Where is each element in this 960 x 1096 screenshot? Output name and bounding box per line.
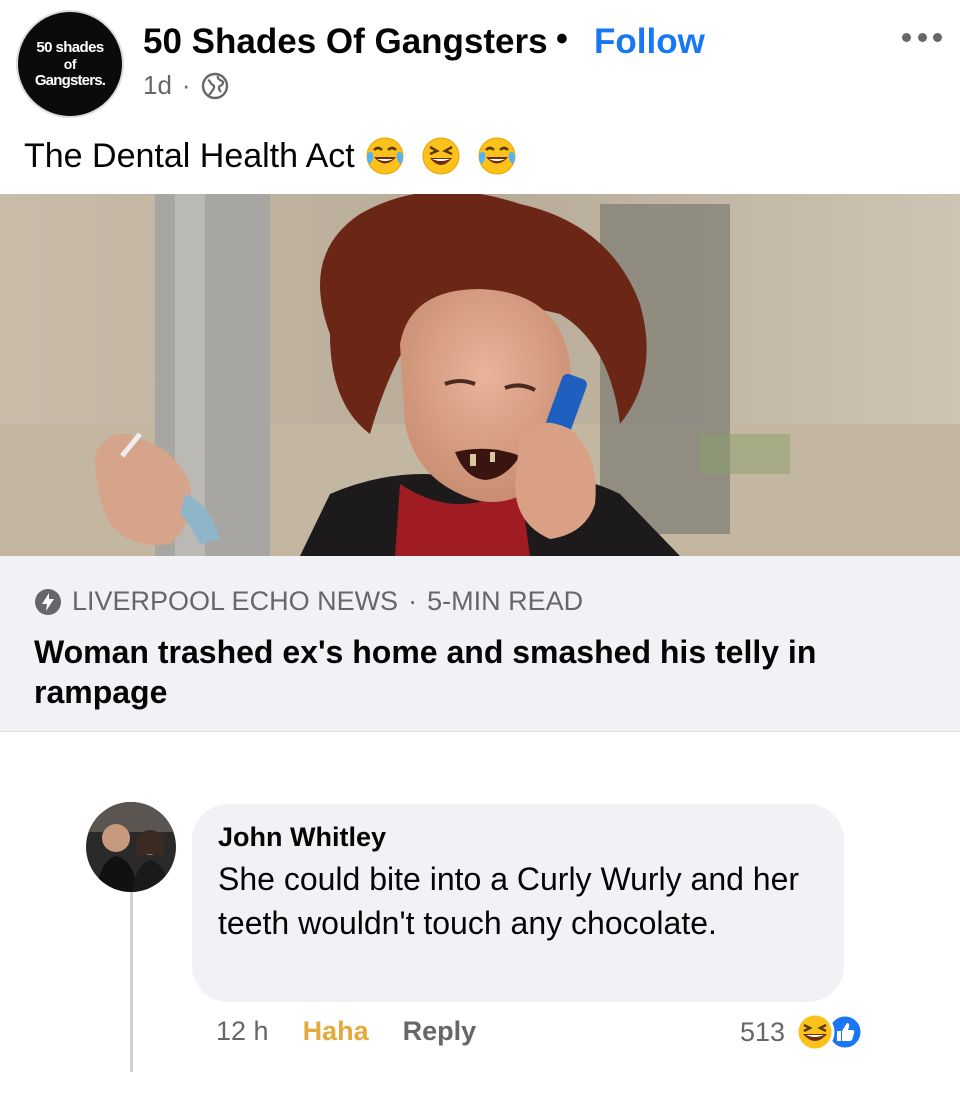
reaction-count: 513 xyxy=(740,1016,786,1047)
avatar-text-line: Gangsters. xyxy=(34,72,106,90)
haha-reaction-icon xyxy=(795,1012,864,1052)
comment-author[interactable]: John Whitley xyxy=(218,822,818,853)
avatar-text-line: 50 shades xyxy=(36,38,104,56)
post-time[interactable]: 1d xyxy=(143,70,172,101)
page-name-link[interactable]: 50 Shades Of Gangsters xyxy=(143,22,548,62)
caption-text: The Dental Health Act xyxy=(24,136,355,175)
tears-of-joy-emoji-icon xyxy=(366,137,404,175)
reaction-icons xyxy=(793,1012,865,1052)
comment-time[interactable]: 12 h xyxy=(216,1016,269,1047)
link-preview-card[interactable]: LIVERPOOL ECHO NEWS · 5-MIN READ Woman t… xyxy=(0,556,960,732)
link-source-row: LIVERPOOL ECHO NEWS · 5-MIN READ xyxy=(34,586,583,617)
tears-of-joy-emoji-icon xyxy=(478,137,516,175)
haha-reaction-button[interactable]: Haha xyxy=(303,1016,369,1047)
grinning-squinting-emoji-icon xyxy=(422,137,460,175)
post-caption: The Dental Health Act xyxy=(24,134,519,178)
commenter-avatar[interactable] xyxy=(86,802,176,892)
follow-button[interactable]: Follow xyxy=(594,22,705,62)
link-read-time: 5-MIN READ xyxy=(427,586,584,616)
page-avatar[interactable]: 50 shades of Gangsters. xyxy=(16,10,124,118)
more-options-icon[interactable] xyxy=(902,24,942,50)
link-preview-image[interactable] xyxy=(0,194,960,556)
comment-actions: 12 h Haha Reply xyxy=(216,1016,476,1047)
globe-icon xyxy=(201,72,228,99)
comment-text: She could bite into a Curly Wurly and he… xyxy=(218,861,800,941)
reaction-summary[interactable]: 513 xyxy=(740,1012,865,1052)
link-source-name: LIVERPOOL ECHO NEWS xyxy=(72,586,399,616)
instant-article-bolt-icon xyxy=(35,588,61,615)
meta-separator: · xyxy=(181,70,191,100)
link-source-separator: · xyxy=(408,586,418,616)
link-title[interactable]: Woman trashed ex's home and smashed his … xyxy=(34,632,934,712)
reply-button[interactable]: Reply xyxy=(403,1016,477,1047)
avatar-text-line: of xyxy=(63,55,77,72)
comment-thread-line xyxy=(130,892,133,1072)
post-meta: 1d · xyxy=(143,70,229,101)
comment-bubble: John Whitley She could bite into a Curly… xyxy=(192,804,844,1002)
header-separator: • xyxy=(556,20,568,58)
